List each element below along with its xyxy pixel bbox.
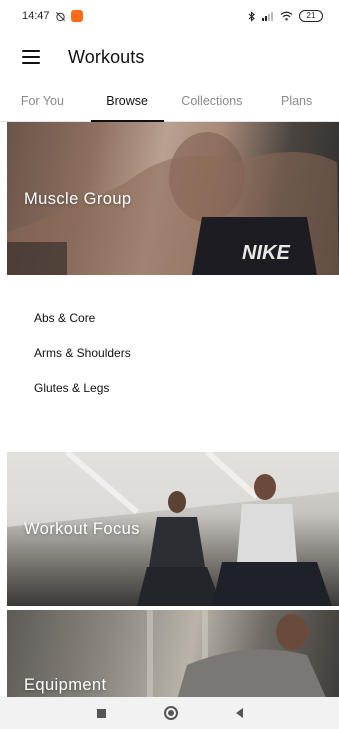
app-notification-icon xyxy=(70,10,83,22)
muscle-group-title: Muscle Group xyxy=(24,190,132,208)
system-nav-bar xyxy=(0,697,339,729)
workout-focus-card[interactable]: Workout Focus xyxy=(7,452,339,606)
tab-plans[interactable]: Plans xyxy=(254,80,339,121)
status-left: 14:47 xyxy=(22,10,83,22)
muscle-group-list: Abs & Core Arms & Shoulders Glutes & Leg… xyxy=(34,310,131,415)
home-icon[interactable] xyxy=(163,706,178,720)
menu-icon[interactable] xyxy=(22,50,40,64)
status-right: 21 xyxy=(248,10,323,22)
tab-collections[interactable]: Collections xyxy=(170,80,255,121)
tab-bar: For You Browse Collections Plans xyxy=(0,80,339,122)
bluetooth-icon xyxy=(248,10,255,22)
tab-browse[interactable]: Browse xyxy=(85,80,170,122)
app-bar: Workouts xyxy=(0,38,339,76)
battery-icon: 21 xyxy=(299,10,323,22)
list-item-glutes-legs[interactable]: Glutes & Legs xyxy=(34,380,131,415)
list-item-arms-shoulders[interactable]: Arms & Shoulders xyxy=(34,345,131,380)
tab-for-you[interactable]: For You xyxy=(0,80,85,121)
workout-focus-title: Workout Focus xyxy=(24,520,140,538)
status-bar: 14:47 21 xyxy=(0,0,339,32)
list-item-abs-core[interactable]: Abs & Core xyxy=(34,310,131,345)
alarm-off-icon xyxy=(55,11,65,21)
signal-icon xyxy=(262,12,273,21)
equipment-card[interactable]: Equipment xyxy=(7,610,339,700)
back-icon[interactable] xyxy=(235,708,243,718)
status-time: 14:47 xyxy=(22,10,50,22)
wifi-icon xyxy=(280,11,293,21)
svg-text:NIKE: NIKE xyxy=(242,242,290,264)
page-title: Workouts xyxy=(68,46,145,67)
muscle-group-card[interactable]: NIKE Muscle Group xyxy=(7,122,339,275)
equipment-title: Equipment xyxy=(24,676,107,694)
recent-apps-icon[interactable] xyxy=(96,708,106,718)
